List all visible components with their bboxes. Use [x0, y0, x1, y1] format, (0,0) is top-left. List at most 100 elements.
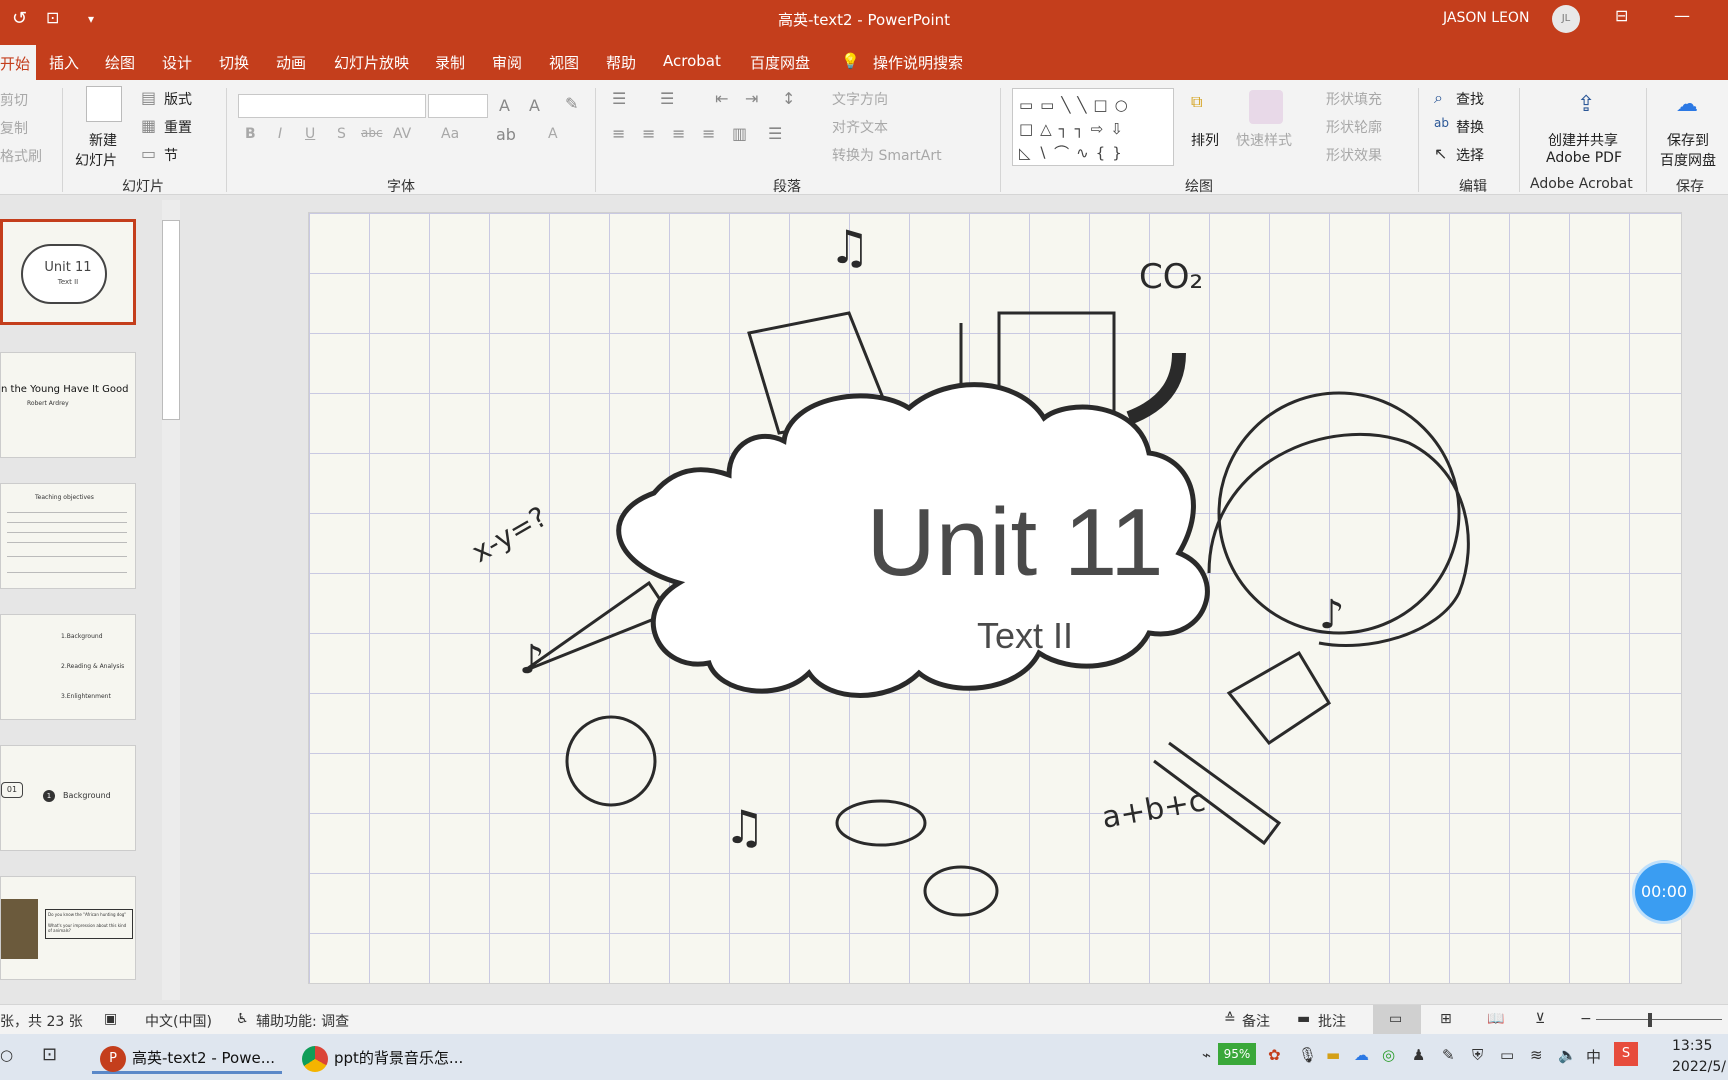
new-slide-label-2[interactable]: 幻灯片 — [75, 150, 117, 170]
app-tray-icon[interactable]: ✿ — [1268, 1046, 1281, 1064]
text-direction-button[interactable]: 文字方向 — [832, 89, 888, 109]
clear-format-icon[interactable]: ✎ — [565, 94, 578, 113]
tab-acrobat[interactable]: Acrobat — [663, 52, 721, 70]
cut-button[interactable]: 剪切 — [0, 90, 28, 110]
slide-thumbnail-6[interactable]: Do you know the "African hunting dog" Wh… — [0, 876, 136, 980]
format-painter-button[interactable]: 格式刷 — [0, 146, 42, 166]
slide-title[interactable]: Unit 11 — [309, 488, 1681, 598]
bold-button[interactable]: B — [245, 126, 256, 142]
create-pdf-line1[interactable]: 创建并共享 — [1548, 130, 1618, 150]
battery-indicator[interactable]: 95% — [1218, 1043, 1256, 1065]
slide-sorter-icon[interactable]: ⊞ — [1440, 1011, 1452, 1027]
slide-canvas[interactable]: x-y=? a+b+c CO₂ ♫ ♪ ♪ ♫ Unit 11 Text II — [308, 212, 1682, 984]
recording-timer[interactable]: 00:00 — [1635, 863, 1693, 921]
save-cloud-line1[interactable]: 保存到 — [1667, 130, 1709, 150]
cloud-tray-icon[interactable]: ☁ — [1354, 1046, 1369, 1064]
strikethrough-button[interactable]: abc — [361, 126, 383, 140]
taskbar-app-powerpoint[interactable]: P 高英-text2 - Powe... — [92, 1042, 282, 1074]
smartart-button[interactable]: 转换为 SmartArt — [832, 145, 942, 165]
select-button[interactable]: 选择 — [1456, 145, 1484, 165]
tab-baidu[interactable]: 百度网盘 — [750, 52, 810, 73]
shape-fill-button[interactable]: 形状填充 — [1326, 89, 1382, 109]
new-slide-label[interactable]: 新建 — [89, 130, 117, 150]
save-cloud-line2[interactable]: 百度网盘 — [1660, 150, 1716, 170]
spellcheck-icon[interactable]: ▣ — [104, 1011, 117, 1027]
change-case-button[interactable]: Aa — [441, 126, 459, 142]
slideshow-icon[interactable]: ⊻ — [1535, 1011, 1545, 1027]
slide-thumbnail-1[interactable]: Unit 11 Text II — [0, 219, 136, 325]
tab-transitions[interactable]: 切换 — [219, 52, 249, 73]
shadow-button[interactable]: S — [337, 126, 346, 142]
decrease-indent-icon[interactable]: ⇤ — [715, 89, 728, 108]
wechat-icon[interactable]: ◎ — [1382, 1046, 1395, 1064]
shield-icon[interactable]: ⛨ — [1472, 1046, 1483, 1064]
section-button[interactable]: 节 — [164, 145, 178, 165]
tab-record[interactable]: 录制 — [435, 52, 465, 73]
search-icon[interactable]: ○ — [0, 1046, 13, 1064]
align-center-icon[interactable]: ≡ — [642, 124, 655, 143]
minimize-icon[interactable]: — — [1674, 6, 1690, 25]
layout-button[interactable]: 版式 — [164, 89, 192, 109]
slide-thumbnail-4[interactable]: 1.Background 2.Reading & Analysis 3.Enli… — [0, 614, 136, 720]
new-slide-icon[interactable] — [86, 86, 122, 122]
battery-tray-icon[interactable]: ▭ — [1500, 1046, 1514, 1064]
reset-button[interactable]: 重置 — [164, 117, 192, 137]
arrange-button[interactable]: 排列 — [1191, 130, 1219, 150]
bullets-icon[interactable]: ☰ — [612, 89, 626, 108]
system-clock[interactable]: 13:35 2022/5/ — [1672, 1036, 1726, 1078]
wifi-icon[interactable]: ≋ — [1530, 1046, 1543, 1064]
task-view-icon[interactable]: ⊡ — [42, 1044, 57, 1065]
thumbnail-scroll-thumb[interactable] — [162, 220, 180, 420]
volume-icon[interactable]: 🔈 — [1558, 1046, 1577, 1064]
mic-icon[interactable]: 🎙 — [1298, 1046, 1317, 1064]
align-text-button[interactable]: 对齐文本 — [832, 117, 888, 137]
underline-button[interactable]: U — [305, 126, 315, 142]
user-name[interactable]: JASON LEON — [1443, 10, 1529, 26]
line-spacing-icon[interactable]: ↕ — [782, 89, 795, 108]
numbering-icon[interactable]: ☰ — [660, 89, 674, 108]
ribbon-display-icon[interactable]: ⊟ — [1615, 6, 1628, 25]
language-indicator[interactable]: 中文(中国) — [145, 1011, 212, 1031]
italic-button[interactable]: I — [278, 126, 282, 142]
tab-insert[interactable]: 插入 — [49, 52, 79, 73]
shrink-font-icon[interactable]: A — [529, 96, 540, 115]
qq-icon[interactable]: ♟ — [1412, 1046, 1425, 1064]
notes-button[interactable]: 备注 — [1242, 1011, 1270, 1031]
copy-button[interactable]: 复制 — [0, 118, 28, 138]
font-name-input[interactable] — [238, 94, 426, 118]
find-button[interactable]: 查找 — [1456, 89, 1484, 109]
tell-me-search[interactable]: 操作说明搜索 — [873, 52, 963, 73]
input-method-icon[interactable]: 中 — [1586, 1046, 1601, 1067]
pen-icon[interactable]: ✎ — [1442, 1046, 1455, 1064]
char-spacing-button[interactable]: AV — [393, 126, 411, 142]
tab-home[interactable]: 开始 — [0, 45, 36, 80]
slide-thumbnail-2[interactable]: n the Young Have It Good Robert Ardrey — [0, 352, 136, 458]
slide-thumbnail-5[interactable]: 01 1 Background — [0, 745, 136, 851]
align-right-icon[interactable]: ≡ — [672, 124, 685, 143]
align-left-icon[interactable]: ≡ — [612, 124, 625, 143]
tab-view[interactable]: 视图 — [549, 52, 579, 73]
accessibility-status[interactable]: 辅助功能: 调查 — [256, 1011, 349, 1031]
tab-design[interactable]: 设计 — [162, 52, 192, 73]
replace-button[interactable]: 替换 — [1456, 117, 1484, 137]
justify-icon[interactable]: ≡ — [702, 124, 715, 143]
tab-help[interactable]: 帮助 — [606, 52, 636, 73]
create-pdf-line2[interactable]: Adobe PDF — [1546, 150, 1622, 166]
highlight-icon[interactable]: ab — [496, 125, 516, 144]
sogou-icon[interactable]: S — [1614, 1042, 1638, 1066]
shapes-gallery[interactable]: ▭▭╲╲□○ □△┐┐⇨⇩ ◺∖⌒∿{} — [1012, 88, 1174, 166]
font-color-button[interactable]: A — [548, 126, 558, 142]
tab-slideshow[interactable]: 幻灯片放映 — [334, 52, 409, 73]
zoom-slider[interactable] — [1596, 1019, 1722, 1020]
columns-icon[interactable]: ☰ — [768, 124, 782, 143]
zoom-slider-handle[interactable] — [1648, 1013, 1652, 1027]
shape-outline-button[interactable]: 形状轮廓 — [1326, 117, 1382, 137]
comments-button[interactable]: 批注 — [1318, 1011, 1346, 1031]
zoom-out-icon[interactable]: − — [1580, 1011, 1592, 1027]
slide-subtitle[interactable]: Text II — [309, 615, 1681, 657]
tab-draw[interactable]: 绘图 — [105, 52, 135, 73]
distributed-icon[interactable]: ▥ — [732, 124, 747, 143]
slide-thumbnail-3[interactable]: Teaching objectives — [0, 483, 136, 589]
tab-animations[interactable]: 动画 — [276, 52, 306, 73]
reading-view-icon[interactable]: 📖 — [1487, 1011, 1504, 1027]
